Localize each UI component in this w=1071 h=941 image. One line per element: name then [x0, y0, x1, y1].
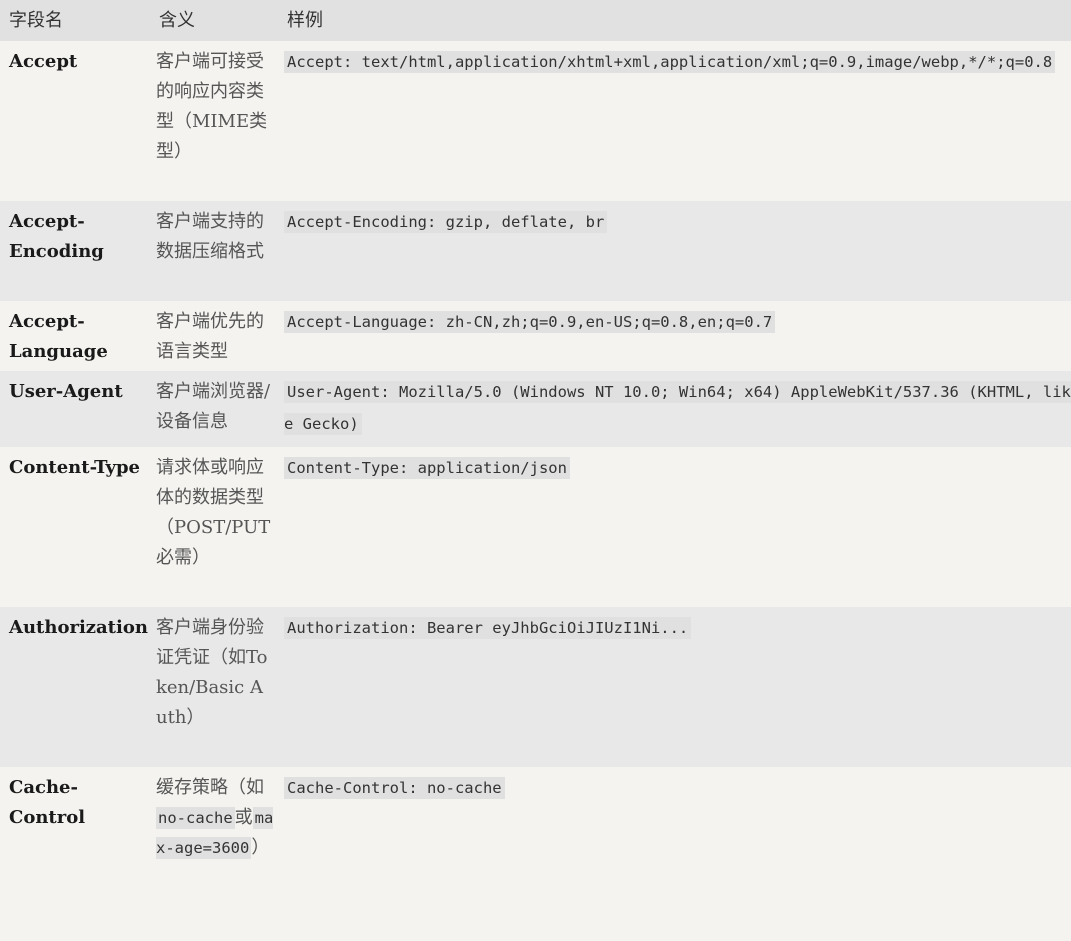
field-meaning: 客户端可接受的响应内容类型（MIME类型） — [150, 41, 278, 201]
meaning-text: 缓存策略（如 — [156, 777, 264, 798]
field-meaning: 缓存策略（如no-cache 或 max-age=3600） — [150, 767, 278, 939]
field-meaning: 客户端浏览器/设备信息 — [150, 371, 278, 447]
http-headers-table: 字段名 含义 样例 Accept 客户端可接受的响应内容类型（MIME类型） A… — [0, 0, 1071, 939]
table-row: Accept-Encoding 客户端支持的数据压缩格式 Accept-Enco… — [0, 201, 1071, 301]
field-meaning: 客户端身份验证凭证（如Token/Basic Auth） — [150, 607, 278, 767]
table-row: Accept 客户端可接受的响应内容类型（MIME类型） Accept: tex… — [0, 41, 1071, 201]
table-row: Accept-Language 客户端优先的语言类型 Accept-Langua… — [0, 301, 1071, 371]
table-row: User-Agent 客户端浏览器/设备信息 User-Agent: Mozil… — [0, 371, 1071, 447]
table-row: Authorization 客户端身份验证凭证（如Token/Basic Aut… — [0, 607, 1071, 767]
field-name: Accept-Language — [0, 301, 150, 371]
example-code: Authorization: Bearer eyJhbGciOiJIUzI1Ni… — [284, 617, 692, 639]
meaning-text: ） — [251, 837, 270, 858]
field-name: Content-Type — [0, 447, 150, 607]
field-meaning: 客户端优先的语言类型 — [150, 301, 278, 371]
example-code: Content-Type: application/json — [284, 457, 570, 479]
header-meaning: 含义 — [150, 0, 278, 41]
field-name: Accept — [0, 41, 150, 201]
meaning-code: no-cache — [156, 807, 235, 829]
field-meaning: 请求体或响应体的数据类型（POST/PUT必需） — [150, 447, 278, 607]
field-meaning: 客户端支持的数据压缩格式 — [150, 201, 278, 301]
example-code: User-Agent: Mozilla/5.0 (Windows NT 10.0… — [284, 381, 1071, 435]
field-name: Authorization — [0, 607, 150, 767]
field-name: Accept-Encoding — [0, 201, 150, 301]
example-code: Accept-Encoding: gzip, deflate, br — [284, 211, 608, 233]
table-row: Cache-Control 缓存策略（如no-cache 或 max-age=360… — [0, 767, 1071, 939]
header-field: 字段名 — [0, 0, 150, 41]
example-code: Cache-Control: no-cache — [284, 777, 505, 799]
header-row: 字段名 含义 样例 — [0, 0, 1071, 41]
example-code: Accept: text/html,application/xhtml+xml,… — [284, 51, 1056, 73]
example-code: Accept-Language: zh-CN,zh;q=0.9,en-US;q=… — [284, 311, 776, 333]
table-row: Content-Type 请求体或响应体的数据类型（POST/PUT必需） Co… — [0, 447, 1071, 607]
meaning-text: 或 — [234, 807, 253, 828]
header-example: 样例 — [278, 0, 1071, 41]
field-name: Cache-Control — [0, 767, 150, 939]
field-name: User-Agent — [0, 371, 150, 447]
